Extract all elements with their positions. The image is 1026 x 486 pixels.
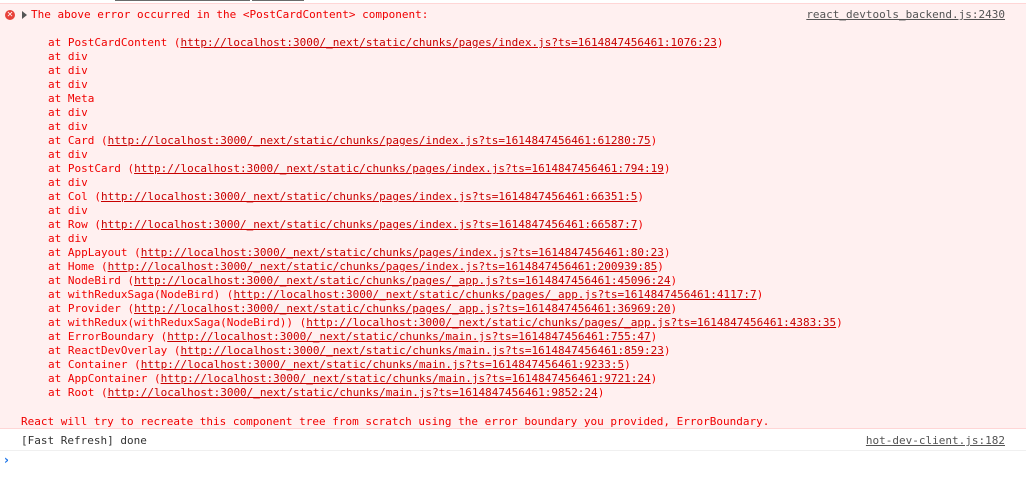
stack-frame-label: at PostCardContent ( [48,36,181,49]
stack-frame-label: at Row ( [48,218,101,231]
stack-frame-suffix: ) [650,372,658,385]
previous-message-underline [115,0,250,1]
stack-frame: at withReduxSaga(NodeBird) (http://local… [48,288,843,302]
stack-frame-label: at div [48,120,88,133]
stack-frame-label: at Card ( [48,134,108,147]
stack-frame-label: at div [48,50,88,63]
stack-frame-url[interactable]: http://localhost:3000/_next/static/chunk… [108,386,598,399]
stack-frame-suffix: ) [836,316,843,329]
stack-frame: at NodeBird (http://localhost:3000/_next… [48,274,843,288]
stack-frame-label: at Home ( [48,260,108,273]
stack-frame: at Container (http://localhost:3000/_nex… [48,358,843,372]
stack-frame-label: at div [48,148,88,161]
error-circle-icon: ✕ [5,10,15,20]
stack-frame-url[interactable]: http://localhost:3000/_next/static/chunk… [306,316,836,329]
stack-frame: at withRedux(withReduxSaga(NodeBird)) (h… [48,316,843,330]
stack-frame-url[interactable]: http://localhost:3000/_next/static/chunk… [134,274,670,287]
stack-frame-suffix: ) [663,162,671,175]
stack-frame-suffix: ) [663,246,671,259]
stack-frame: at PostCard (http://localhost:3000/_next… [48,162,843,176]
stack-frame: at div [48,232,843,246]
stack-frame: at div [48,64,843,78]
stack-trace: at PostCardContent (http://localhost:300… [48,36,843,400]
stack-frame: at AppContainer (http://localhost:3000/_… [48,372,843,386]
stack-frame-label: at withReduxSaga(NodeBird) ( [48,288,234,301]
stack-frame-label: at div [48,106,88,119]
stack-frame: at div [48,78,843,92]
stack-frame: at div [48,50,843,64]
stack-frame-label: at Meta [48,92,95,105]
stack-frame-label: at PostCard ( [48,162,135,175]
stack-frame-suffix: ) [624,358,631,371]
chevron-right-icon: › [4,453,9,467]
stack-frame: at div [48,176,843,190]
stack-frame: at Provider (http://localhost:3000/_next… [48,302,843,316]
stack-frame: at Col (http://localhost:3000/_next/stat… [48,190,843,204]
log-message: [Fast Refresh] done hot-dev-client.js:18… [0,429,1026,451]
stack-frame-label: at Container ( [48,358,141,371]
error-message[interactable]: ✕ The above error occurred in the <PostC… [0,3,1026,429]
stack-frame-suffix: ) [663,344,671,357]
log-source-link[interactable]: hot-dev-client.js:182 [866,434,1005,448]
stack-frame-label: at withRedux(withReduxSaga(NodeBird)) ( [48,316,307,329]
stack-frame: at Root (http://localhost:3000/_next/sta… [48,386,843,400]
stack-frame: at div [48,120,843,134]
stack-frame: at Card (http://localhost:3000/_next/sta… [48,134,843,148]
stack-frame-url[interactable]: http://localhost:3000/_next/static/chunk… [108,134,651,147]
stack-frame-label: at div [48,204,88,217]
devtools-console: ✕ The above error occurred in the <PostC… [0,0,1026,486]
stack-frame: at div [48,106,843,120]
previous-message-underline [252,0,304,1]
stack-frame-label: at div [48,64,88,77]
stack-frame-suffix: ) [597,386,605,399]
stack-frame: at div [48,148,843,162]
stack-frame-suffix: ) [637,218,645,231]
log-text: [Fast Refresh] done [21,434,147,447]
stack-frame: at div [48,204,843,218]
stack-frame-url[interactable]: http://localhost:3000/_next/static/chunk… [141,246,664,259]
console-prompt[interactable]: › [0,452,1026,470]
stack-frame-url[interactable]: http://localhost:3000/_next/static/chunk… [101,190,637,203]
stack-frame-label: at Provider ( [48,302,135,315]
error-boundary-note: React will try to recreate this componen… [21,415,770,428]
stack-frame-suffix: ) [650,134,658,147]
stack-frame-label: at AppContainer ( [48,372,161,385]
stack-frame-url[interactable]: http://localhost:3000/_next/static/chunk… [141,358,624,371]
stack-frame: at Meta [48,92,843,106]
stack-frame-label: at NodeBird ( [48,274,135,287]
stack-frame: at Row (http://localhost:3000/_next/stat… [48,218,843,232]
stack-frame: at PostCardContent (http://localhost:300… [48,36,843,50]
stack-frame-label: at AppLayout ( [48,246,141,259]
stack-frame: at ReactDevOverlay (http://localhost:300… [48,344,843,358]
stack-frame: at Home (http://localhost:3000/_next/sta… [48,260,843,274]
stack-frame-label: at div [48,232,88,245]
stack-frame-suffix: ) [637,190,645,203]
stack-frame-suffix: ) [716,36,724,49]
error-title: The above error occurred in the <PostCar… [31,8,429,21]
stack-frame-suffix: ) [670,302,678,315]
stack-frame-url[interactable]: http://localhost:3000/_next/static/chunk… [180,36,716,49]
stack-frame-url[interactable]: http://localhost:3000/_next/static/chunk… [161,372,651,385]
stack-frame-suffix: ) [670,274,678,287]
stack-frame-suffix: ) [650,330,658,343]
stack-frame-url[interactable]: http://localhost:3000/_next/static/chunk… [134,162,664,175]
stack-frame-url[interactable]: http://localhost:3000/_next/static/chunk… [101,218,637,231]
stack-frame-url[interactable]: http://localhost:3000/_next/static/chunk… [108,260,658,273]
stack-frame-label: at ReactDevOverlay ( [48,344,181,357]
stack-frame-url[interactable]: http://localhost:3000/_next/static/chunk… [167,330,650,343]
stack-frame-url[interactable]: http://localhost:3000/_next/static/chunk… [233,288,756,301]
stack-frame: at AppLayout (http://localhost:3000/_nex… [48,246,843,260]
stack-frame-label: at ErrorBoundary ( [48,330,168,343]
stack-frame-label: at div [48,176,88,189]
error-source-link[interactable]: react_devtools_backend.js:2430 [806,8,1005,22]
stack-frame-url[interactable]: http://localhost:3000/_next/static/chunk… [134,302,670,315]
stack-frame-suffix: ) [756,288,764,301]
stack-frame: at ErrorBoundary (http://localhost:3000/… [48,330,843,344]
stack-frame-url[interactable]: http://localhost:3000/_next/static/chunk… [180,344,663,357]
stack-frame-label: at Col ( [48,190,101,203]
stack-frame-suffix: ) [657,260,664,273]
stack-frame-label: at Root ( [48,386,108,399]
stack-frame-label: at div [48,78,88,91]
expand-triangle-icon[interactable] [22,11,27,19]
